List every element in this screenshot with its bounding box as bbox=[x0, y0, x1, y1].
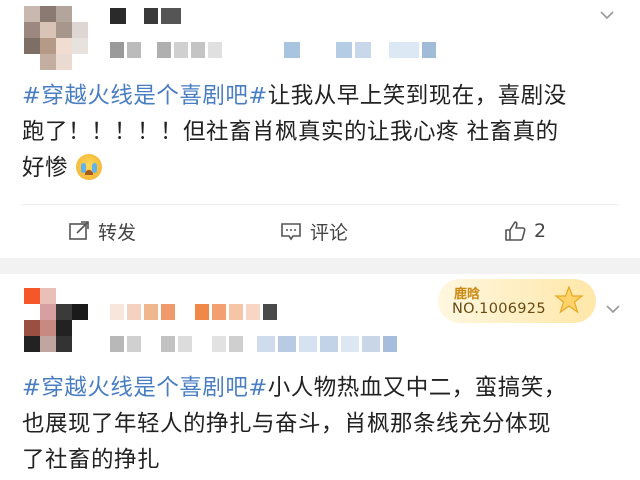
post-separator bbox=[0, 258, 640, 274]
post-card: 鹿晗 NO.1006925 #穿越火线是个喜剧吧#小人物热血又中二，蛮搞笑， 也… bbox=[0, 274, 640, 480]
post-text-line: 小人物热血又中二，蛮搞笑， bbox=[267, 375, 567, 401]
crying-face-icon bbox=[75, 154, 102, 180]
post-content: #穿越火线是个喜剧吧#让我从早上笑到现在，喜剧没 跑了！！！！！但社畜肖枫真实的… bbox=[22, 78, 622, 186]
like-button[interactable]: 2 bbox=[504, 214, 546, 248]
comment-button[interactable]: 评论 bbox=[280, 214, 348, 248]
avatar[interactable] bbox=[24, 6, 88, 70]
comment-icon bbox=[281, 223, 301, 241]
avatar[interactable] bbox=[24, 288, 88, 352]
chevron-down-icon[interactable] bbox=[606, 302, 620, 316]
post-text-line: 好惨 bbox=[22, 155, 69, 181]
hashtag-link[interactable]: #穿越火线是个喜剧吧# bbox=[22, 375, 268, 401]
comment-label: 评论 bbox=[310, 221, 349, 244]
post-meta-redacted bbox=[110, 42, 436, 58]
username-redacted[interactable] bbox=[110, 304, 277, 320]
hashtag-link[interactable]: #穿越火线是个喜剧吧# bbox=[22, 83, 268, 109]
repost-label: 转发 bbox=[98, 221, 137, 244]
post-text-line: 了社畜的挣扎 bbox=[22, 447, 161, 473]
fan-badge[interactable]: 鹿晗 NO.1006925 bbox=[438, 279, 596, 323]
badge-number: NO.1006925 bbox=[452, 301, 546, 317]
action-bar: 转发 评论 2 bbox=[0, 214, 640, 248]
badge-name: 鹿晗 bbox=[454, 287, 481, 302]
repost-button[interactable]: 转发 bbox=[68, 214, 136, 248]
star-icon bbox=[554, 285, 584, 314]
post-content: #穿越火线是个喜剧吧#小人物热血又中二，蛮搞笑， 也展现了年轻人的挣扎与奋斗，肖… bbox=[22, 370, 622, 478]
thumbs-up-icon bbox=[505, 221, 526, 241]
post-card: #穿越火线是个喜剧吧#让我从早上笑到现在，喜剧没 跑了！！！！！但社畜肖枫真实的… bbox=[0, 0, 640, 258]
post-meta-redacted bbox=[110, 336, 397, 352]
post-text-line: 跑了！！！！！但社畜肖枫真实的让我心疼 社畜真的 bbox=[22, 119, 559, 145]
post-text-line: 让我从早上笑到现在，喜剧没 bbox=[267, 83, 567, 109]
post-text-line: 也展现了年轻人的挣扎与奋斗，肖枫那条线充分体现 bbox=[22, 411, 552, 437]
divider bbox=[22, 204, 618, 205]
username-redacted[interactable] bbox=[110, 8, 181, 24]
repost-icon bbox=[69, 221, 89, 240]
like-count: 2 bbox=[534, 220, 547, 242]
chevron-down-icon[interactable] bbox=[600, 8, 614, 22]
